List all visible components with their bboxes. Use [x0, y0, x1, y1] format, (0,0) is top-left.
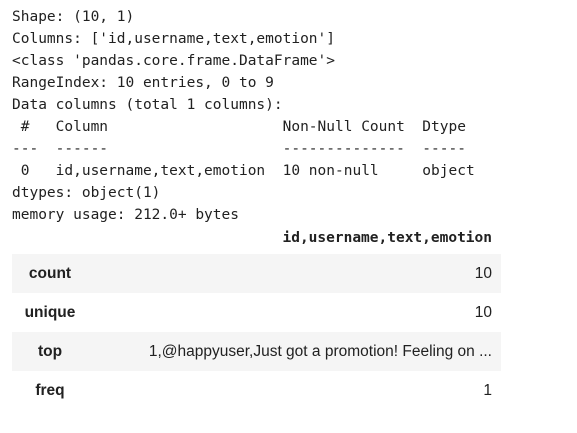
row-label: count	[28, 264, 72, 282]
console-line: Data columns (total 1 columns):	[12, 97, 283, 113]
row-label: top	[37, 342, 63, 360]
row-value: 10	[474, 264, 492, 282]
table-header-row: id,username,text,emotion	[12, 222, 501, 254]
console-line: RangeIndex: 10 entries, 0 to 9	[12, 75, 274, 91]
table-row: top 1,@happyuser,Just got a promotion! F…	[12, 332, 501, 371]
row-label: unique	[24, 303, 76, 321]
console-line: Columns: ['id,username,text,emotion']	[12, 31, 336, 47]
column-header: id,username,text,emotion	[282, 230, 492, 246]
console-line: 0 id,username,text,emotion 10 non-null o…	[12, 163, 475, 179]
row-value: 1,@happyuser,Just got a promotion! Feeli…	[148, 342, 492, 360]
row-label: freq	[35, 381, 65, 399]
console-line: # Column Non-Null Count Dtype	[12, 119, 475, 135]
console-line: Shape: (10, 1)	[12, 9, 135, 25]
table-row: count 10	[12, 254, 501, 293]
describe-table: id,username,text,emotion count 10 unique…	[12, 222, 501, 410]
table-row: unique 10	[12, 293, 501, 332]
index-header-cell	[12, 222, 88, 254]
console-line: dtypes: object(1)	[12, 185, 161, 201]
notebook-output: Shape: (10, 1) Columns: ['id,username,tex…	[0, 0, 577, 433]
console-output: Shape: (10, 1) Columns: ['id,username,tex…	[12, 6, 475, 226]
console-line: --- ------ -------------- -----	[12, 141, 475, 157]
row-value: 1	[483, 381, 492, 399]
console-line: <class 'pandas.core.frame.DataFrame'>	[12, 53, 336, 69]
table-row: freq 1	[12, 371, 501, 410]
row-value: 10	[474, 303, 492, 321]
